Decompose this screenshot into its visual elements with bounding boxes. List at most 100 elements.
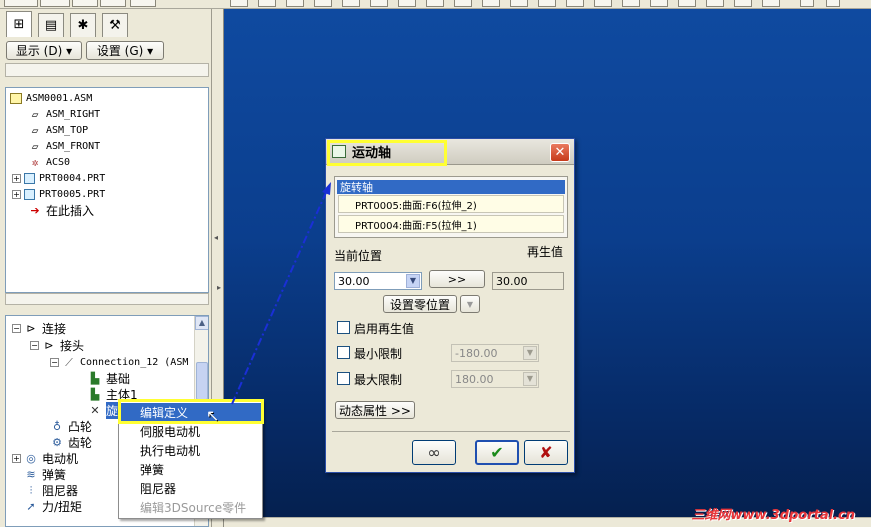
folder-tab[interactable]: ▤ (38, 13, 64, 37)
mech-item-label: 连接 (42, 321, 67, 336)
toolbar-button[interactable] (622, 0, 640, 7)
menu-item-edit-definition[interactable]: 编辑定义 (120, 403, 261, 422)
expand-icon[interactable]: + (12, 453, 21, 463)
collapse-icon[interactable]: − (50, 357, 59, 367)
expand-right-icon[interactable]: ▸ (217, 283, 221, 292)
close-button[interactable]: ✕ (550, 143, 570, 162)
axis-reference-1[interactable]: PRT0005:曲面:F6(拉伸_2) (338, 195, 564, 213)
toolbar-button[interactable] (258, 0, 276, 7)
tree-item-insert-here[interactable]: ➔ 在此插入 (28, 203, 94, 218)
toolbar-button[interactable] (538, 0, 556, 7)
tree-item-acs0[interactable]: ✲ ACS0 (28, 155, 70, 170)
collapse-left-icon[interactable]: ◂ (214, 233, 218, 242)
mech-item-dampers[interactable]: ⫶ 阻尼器 (24, 482, 78, 498)
mech-item-connections[interactable]: − ⊳ 连接 (12, 320, 66, 336)
preview-button[interactable]: ∞ (412, 440, 456, 465)
tree-divider-strip[interactable] (5, 293, 209, 305)
context-menu: 编辑定义 伺服电动机 执行电动机 弹簧 阻尼器 编辑3DSource零件 (118, 400, 263, 519)
show-menu-button[interactable]: 显示 (D) ▾ (6, 41, 82, 60)
tree-item-asm-front[interactable]: ▱ ASM_FRONT (28, 139, 101, 154)
menu-item-servo-motor[interactable]: 伺服电动机 (120, 422, 261, 441)
menu-item-spring[interactable]: 弹簧 (120, 460, 261, 479)
toolbar-button[interactable] (566, 0, 584, 7)
toolbar-button[interactable] (230, 0, 248, 7)
dialog-titlebar[interactable]: 运动轴 ✕ (326, 139, 574, 165)
layers-tab[interactable]: ⚒ (102, 13, 128, 37)
dialog-button-bar: ∞ ✔ ✘ (332, 431, 570, 469)
toolbar-button[interactable] (4, 0, 38, 7)
transfer-value-button[interactable]: >> (429, 270, 485, 288)
toolbar-button[interactable] (594, 0, 612, 7)
toolbar-button[interactable] (398, 0, 416, 7)
mech-item-label: 凸轮 (68, 419, 93, 434)
toolbar-button[interactable] (40, 0, 70, 7)
min-limit-checkbox[interactable] (337, 346, 350, 359)
part-icon (24, 173, 35, 184)
dynamic-properties-button[interactable]: 动态属性 >> (335, 401, 415, 419)
top-toolbar (0, 0, 871, 9)
mech-item-force-torque[interactable]: ➚ 力/扭矩 (24, 498, 82, 514)
tree-item-asm-top[interactable]: ▱ ASM_TOP (28, 123, 88, 138)
settings-menu-button[interactable]: 设置 (G) ▾ (86, 41, 164, 60)
tree-item-label: ASM_TOP (46, 125, 89, 136)
tree-item-asm-right[interactable]: ▱ ASM_RIGHT (28, 107, 101, 122)
menu-item-drive-motor[interactable]: 执行电动机 (120, 441, 261, 460)
current-position-value: 30.00 (338, 274, 370, 288)
toolbar-button[interactable] (762, 0, 780, 7)
toolbar-button[interactable] (426, 0, 444, 7)
toolbar-button[interactable] (72, 0, 98, 7)
toolbar-button[interactable] (510, 0, 528, 7)
ground-body-icon: ▙ (90, 371, 100, 385)
check-icon: ✔ (490, 443, 504, 462)
mech-item-gears[interactable]: ⚙ 齿轮 (50, 434, 92, 450)
toolbar-button[interactable] (100, 0, 126, 7)
mech-item-cams[interactable]: ♁ 凸轮 (50, 418, 92, 434)
mech-item-label: 弹簧 (42, 467, 67, 482)
set-zero-position-button[interactable]: 设置零位置 (383, 295, 457, 313)
toolbar-button[interactable] (286, 0, 304, 7)
connection-icon: ⊳ (26, 321, 36, 335)
scrollbar-thumb[interactable] (196, 362, 208, 400)
expand-icon[interactable]: + (12, 174, 21, 183)
toolbar-button[interactable] (800, 0, 814, 7)
toolbar-button[interactable] (650, 0, 668, 7)
enable-regen-checkbox[interactable] (337, 321, 350, 334)
mech-item-motors[interactable]: + ◎ 电动机 (12, 450, 78, 466)
ok-button[interactable]: ✔ (475, 440, 519, 465)
part-icon (24, 189, 35, 200)
toolbar-button[interactable] (678, 0, 696, 7)
max-limit-label: 最大限制 (354, 373, 403, 387)
toolbar-button[interactable] (734, 0, 752, 7)
tree-item-prt0005[interactable]: + PRT0005.PRT (12, 187, 105, 202)
joint-icon: ⊳ (44, 338, 54, 352)
collapse-icon[interactable]: − (30, 340, 39, 350)
max-limit-combo: 180.00 ▼ (451, 370, 539, 388)
menu-item-damper[interactable]: 阻尼器 (120, 479, 261, 498)
toolbar-button[interactable] (342, 0, 360, 7)
scroll-up-icon[interactable]: ▲ (195, 316, 208, 330)
axis-reference-2[interactable]: PRT0004:曲面:F5(拉伸_1) (338, 215, 564, 233)
max-limit-checkbox[interactable] (337, 372, 350, 385)
model-tree-tab[interactable]: ⊞ (6, 11, 32, 37)
tree-item-prt0004[interactable]: + PRT0004.PRT (12, 171, 105, 186)
tree-item-asm[interactable]: ASM0001.ASM (10, 91, 92, 106)
collapse-icon[interactable]: − (12, 323, 21, 333)
zero-position-dropdown[interactable]: ▼ (460, 295, 480, 313)
axis-type-header[interactable]: 旋转轴 (337, 180, 565, 194)
toolbar-button[interactable] (826, 0, 840, 7)
toolbar-button[interactable] (370, 0, 388, 7)
toolbar-button[interactable] (706, 0, 724, 7)
mech-item-springs[interactable]: ≋ 弹簧 (24, 466, 66, 482)
toolbar-button[interactable] (130, 0, 156, 7)
current-position-combo[interactable]: 30.00 ▼ (334, 272, 422, 290)
cancel-button[interactable]: ✘ (524, 440, 568, 465)
chevron-down-icon[interactable]: ▼ (406, 274, 420, 288)
mech-item-connection-12[interactable]: − ⟋ Connection_12 (ASM (50, 354, 188, 370)
mech-item-joints[interactable]: − ⊳ 接头 (30, 337, 84, 353)
mech-item-ground[interactable]: ▙ 基础 (88, 370, 130, 386)
toolbar-button[interactable] (454, 0, 472, 7)
favorites-tab[interactable]: ✱ (70, 13, 96, 37)
toolbar-button[interactable] (314, 0, 332, 7)
toolbar-button[interactable] (482, 0, 500, 7)
expand-icon[interactable]: + (12, 190, 21, 199)
